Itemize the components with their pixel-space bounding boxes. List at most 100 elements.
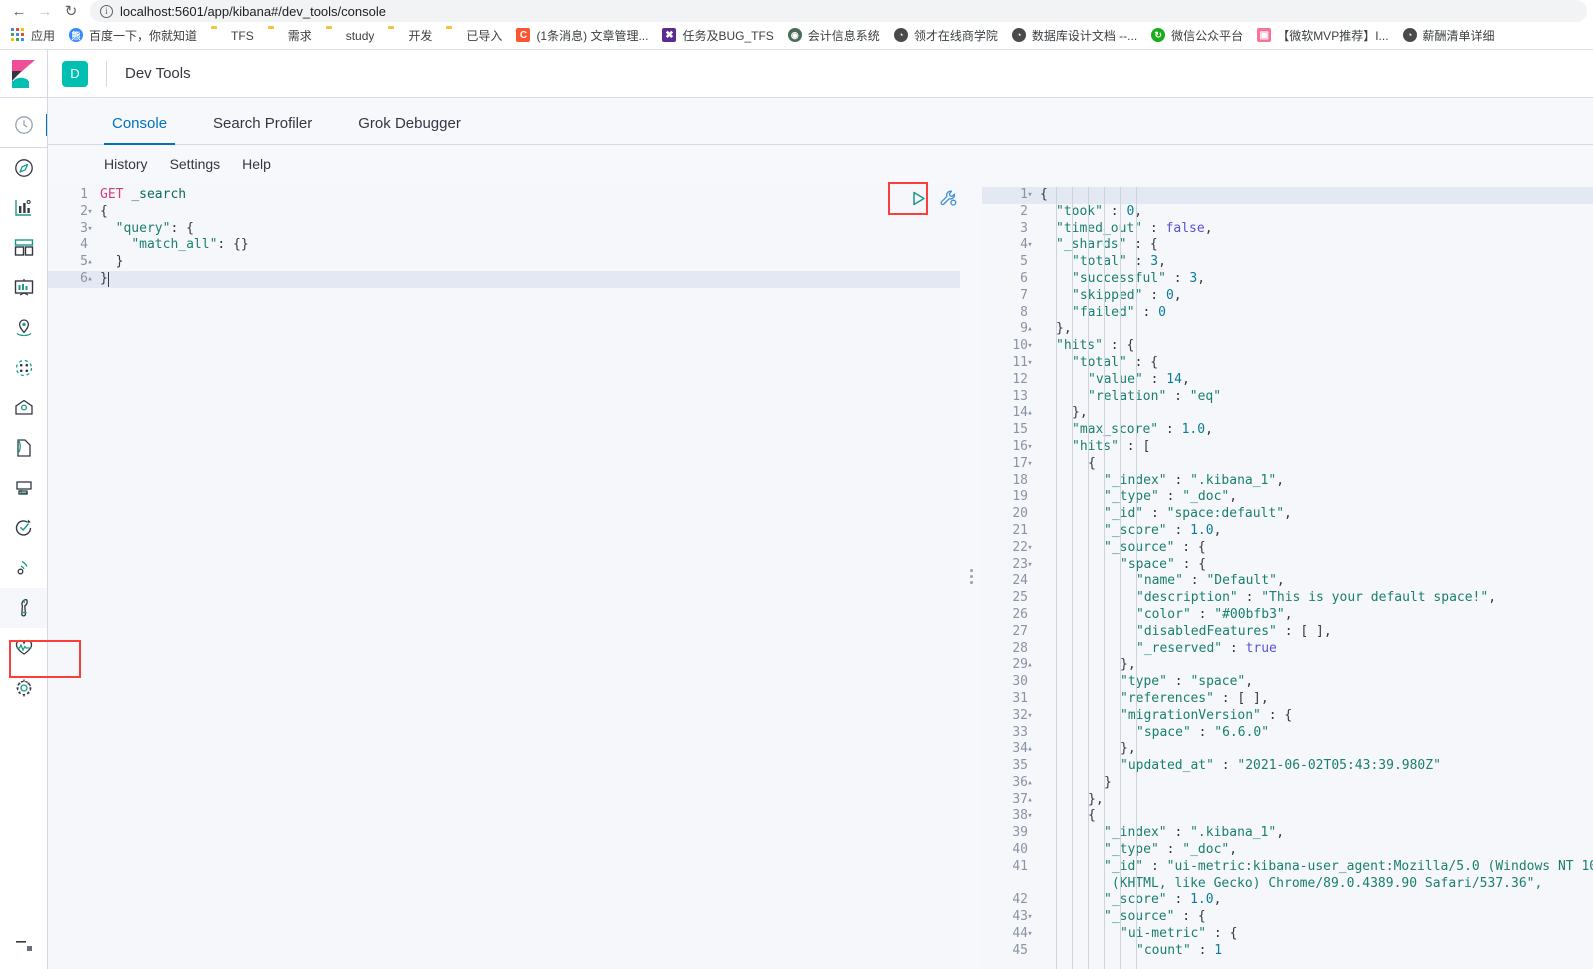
bookmark-3[interactable]: TFS — [204, 25, 261, 47]
line-number: 43 ▾ — [982, 909, 1034, 926]
sidebar-item-dev-tools[interactable] — [0, 588, 47, 628]
token: "relation" — [1088, 388, 1167, 404]
line-number: 15 — [1012, 422, 1028, 438]
request-options-button[interactable] — [936, 186, 960, 210]
sidebar-item-recently-viewed[interactable] — [0, 102, 47, 148]
link-globe-icon: ◔ — [1402, 28, 1418, 43]
line-number: 13 — [1012, 388, 1028, 404]
request-code[interactable]: GET _search{ "query": { "match_all": {} … — [94, 183, 960, 969]
back-button[interactable]: ← — [6, 0, 32, 22]
token: , — [1213, 522, 1222, 538]
send-request-button[interactable] — [906, 186, 930, 210]
sidebar-item-apm[interactable] — [0, 468, 47, 508]
reload-button[interactable]: ↻ — [58, 0, 84, 22]
token: "ui-metric" — [1120, 926, 1207, 942]
token: "color" — [1136, 606, 1191, 622]
code-line: "failed" : 0 — [1034, 305, 1593, 322]
csdn-icon: C — [516, 28, 531, 43]
sidebar-item-infrastructure[interactable] — [0, 388, 47, 428]
bookmark-8[interactable]: C (1条消息) 文章管理... — [509, 25, 655, 47]
bookmark-13[interactable]: ↻ 微信公众平台 — [1144, 25, 1250, 47]
sidebar-item-siem[interactable] — [0, 548, 47, 588]
line-number: 36 ▴ — [982, 775, 1034, 792]
code-line: "_score" : 1.0, — [1034, 523, 1593, 540]
token: , — [1197, 270, 1206, 286]
subnav-settings[interactable]: Settings — [170, 156, 221, 172]
code-line: "total" : { — [1034, 355, 1593, 372]
token: 0 — [1158, 304, 1166, 320]
token: : — [1158, 489, 1183, 505]
token: : — [1182, 573, 1207, 589]
request-editor[interactable]: 1 2 ▾ 3 ▾ 4 5 ▴ 6 ▴ GET _search {"query… — [48, 183, 960, 969]
subnav-help[interactable]: Help — [242, 156, 271, 172]
code-line: "_source" : { — [1034, 909, 1593, 926]
request-actions — [906, 186, 960, 210]
collapse-nav-button[interactable] — [0, 923, 47, 969]
bookmark-7[interactable]: 已导入 — [439, 25, 509, 47]
token: "ui-metric:kibana-user_agent:Mozilla/5.0… — [1166, 858, 1593, 874]
bookmark-1[interactable]: 应用 — [4, 25, 62, 47]
bookmark-14[interactable]: ▣ 【微软MVP推荐】I... — [1250, 25, 1395, 47]
bookmark-12[interactable]: ◔ 数据库设计文档 --... — [1005, 25, 1144, 47]
code-line: "match_all": {} — [94, 237, 960, 254]
token: "skipped" — [1072, 287, 1143, 303]
sidebar-item-dashboard[interactable] — [0, 228, 47, 268]
bookmark-5[interactable]: study — [319, 25, 382, 47]
token: true — [1245, 640, 1277, 656]
pane-resize-handle[interactable] — [960, 183, 982, 969]
code-line: "color" : "#00bfb3", — [1034, 607, 1593, 624]
token: "space:default" — [1166, 506, 1285, 522]
token: : — [1237, 590, 1262, 606]
code-line: "_index" : ".kibana_1", — [1034, 473, 1593, 490]
token: : { — [1102, 338, 1135, 354]
indent-guide — [1056, 187, 1057, 969]
code-line: "_score" : 1.0, — [1034, 892, 1593, 909]
uptime-check-icon — [15, 519, 31, 536]
sidebar-item-management[interactable] — [0, 668, 47, 708]
bookmark-15[interactable]: ◔ 薪酬清单详细 — [1396, 25, 1502, 47]
kibana-logo[interactable] — [0, 50, 47, 98]
tab-search-profiler[interactable]: Search Profiler — [205, 115, 320, 144]
token: { — [100, 203, 108, 219]
bookmark-4[interactable]: 需求 — [261, 25, 319, 47]
tab-grok-debugger[interactable]: Grok Debugger — [350, 115, 469, 144]
bookmark-label: 【微软MVP推荐】I... — [1277, 29, 1389, 43]
sidebar-item-machine-learning[interactable] — [0, 348, 47, 388]
address-bar[interactable]: i localhost:5601/app/kibana#/dev_tools/c… — [90, 0, 1587, 22]
sidebar-item-uptime[interactable] — [0, 508, 47, 548]
token: : [ ], — [1276, 623, 1332, 639]
token: : — [1158, 422, 1182, 438]
subnav-history[interactable]: History — [104, 156, 148, 172]
forward-button[interactable]: → — [32, 0, 58, 22]
bookmark-9[interactable]: ✖ 任务及BUG_TFS — [655, 25, 780, 47]
sidebar-item-maps[interactable] — [0, 308, 47, 348]
line-number: 3 — [1020, 220, 1028, 236]
bookmark-label: 任务及BUG_TFS — [682, 29, 774, 43]
tab-console[interactable]: Console — [104, 115, 176, 145]
token: "space" — [1120, 556, 1175, 572]
request-line-numbers: 1 2 ▾ 3 ▾ 4 5 ▴ 6 ▴ — [48, 183, 94, 969]
bookmark-10[interactable]: ◉ 会计信息系统 — [781, 25, 887, 47]
token: "_id" — [1104, 858, 1144, 874]
bookmark-11[interactable]: ◔ 领才在线商学院 — [887, 25, 1005, 47]
bookmark-6[interactable]: 开发 — [381, 25, 439, 47]
sidebar-item-canvas[interactable] — [0, 268, 47, 308]
token: , — [1229, 842, 1238, 858]
sidebar-item-visualize[interactable] — [0, 188, 47, 228]
code-line: "hits" : [ — [1034, 439, 1593, 456]
line-number: 1 — [80, 187, 88, 202]
token: , — [1276, 573, 1285, 589]
code-line: }, — [1034, 741, 1593, 758]
site-info-icon[interactable]: i — [100, 4, 113, 18]
bookmark-2[interactable]: 熊百度一下，你就知道 — [62, 25, 204, 47]
token: }, — [1120, 657, 1136, 673]
token: "This is your default space!" — [1261, 590, 1489, 606]
code-line: "timed_out" : false, — [1034, 221, 1593, 238]
response-editor[interactable]: 1 ▾ 2 3 4 ▾ 5 6 7 8 9 ▴ 10 ▾ 11 ▾ 12 13 14 ▴ 15 16 ▾ 17 ▾ 18 19 20 2… — [982, 183, 1593, 969]
sidebar-item-logs[interactable] — [0, 428, 47, 468]
sidebar-item-discover[interactable] — [0, 148, 47, 188]
line-number: 26 — [1012, 606, 1028, 622]
space-avatar[interactable]: D — [62, 60, 88, 87]
response-code[interactable]: {"took" : 0, "timed_out" : false, "_shards… — [1034, 183, 1593, 969]
sidebar-item-monitoring[interactable] — [0, 628, 47, 668]
